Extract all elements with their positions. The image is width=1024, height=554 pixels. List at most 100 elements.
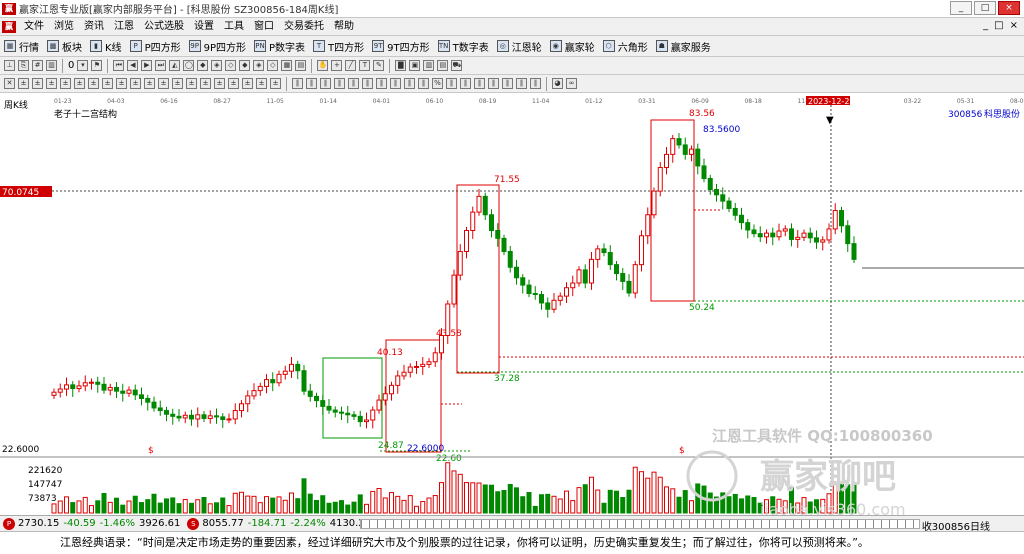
menu-help[interactable]: 帮助 [329, 18, 359, 36]
chart-area[interactable]: 01-23 04-03 06-16 08-27 11-05 01-14 04-01 06-10… [0, 93, 1024, 515]
tool-aa-icon[interactable]: ∥ [376, 78, 387, 89]
diamond3-tool-icon[interactable]: ◇ [225, 60, 237, 71]
nav-hexagon-button[interactable]: ⬡ 六角形 [602, 39, 648, 54]
text-tool-icon[interactable]: T [359, 60, 371, 71]
tool-s-icon[interactable]: ± [256, 78, 267, 89]
menu-gann[interactable]: 江恩 [109, 18, 139, 36]
crosshair-icon[interactable]: + [331, 60, 343, 71]
diamond-tool-icon[interactable]: ◆ [197, 60, 209, 71]
time-scrollbar[interactable] [360, 519, 920, 529]
nav-service-button[interactable]: ☗ 赢家服务 [655, 39, 711, 54]
tool-l-icon[interactable]: ± [158, 78, 169, 89]
prev-icon[interactable]: ◀ [127, 60, 139, 71]
shanghai-index[interactable]: 2730.15 [18, 518, 59, 529]
pencil-icon[interactable]: ✎ [373, 60, 385, 71]
maximize-button[interactable]: □ [974, 1, 996, 15]
infinity-icon[interactable]: ∞ [566, 78, 577, 89]
tool-c-icon[interactable]: ± [32, 78, 43, 89]
tool-h-icon[interactable]: ± [102, 78, 113, 89]
line-tool-icon[interactable]: ╱ [345, 60, 357, 71]
pin-icon[interactable]: ⊥ [4, 60, 15, 71]
color-wheel-icon[interactable]: ◕ [552, 78, 563, 89]
nav-9t-square-button[interactable]: 9T 9T四方形 [372, 39, 430, 54]
tool-p-icon[interactable]: ± [214, 78, 225, 89]
menu-window[interactable]: 窗口 [249, 18, 279, 36]
tool-af-icon[interactable]: ∥ [460, 78, 471, 89]
tool-u-icon[interactable]: ∥ [292, 78, 303, 89]
tool-w-icon[interactable]: ∥ [320, 78, 331, 89]
tool-r-icon[interactable]: ± [242, 78, 253, 89]
mdi-minimize-button[interactable]: _ [983, 20, 988, 31]
tool-b-icon[interactable]: ± [18, 78, 29, 89]
diamond4-tool-icon[interactable]: ◆ [239, 60, 251, 71]
hand-icon[interactable]: ✋ [317, 60, 329, 71]
grid-toggle-icon[interactable]: # [32, 60, 43, 71]
tool-j-icon[interactable]: ± [130, 78, 141, 89]
diamond5-tool-icon[interactable]: ◈ [253, 60, 265, 71]
dropdown-icon[interactable]: ▾ [77, 60, 89, 71]
nav-sector-button[interactable]: ▩ 板块 [47, 39, 82, 54]
grid2-tool-icon[interactable]: ▤ [295, 60, 307, 71]
next-icon[interactable]: ▶ [141, 60, 153, 71]
cross-icon[interactable]: ✕ [4, 78, 15, 89]
nav-p-table-button[interactable]: PN P数字表 [254, 39, 305, 54]
menu-tools[interactable]: 工具 [219, 18, 249, 36]
bar-chart-icon[interactable]: ▇ [395, 60, 407, 71]
tool-ad-icon[interactable]: ∥ [418, 78, 429, 89]
layers-icon[interactable]: ▤ [437, 60, 449, 71]
nav-t-square-button[interactable]: T T四方形 [313, 39, 364, 54]
nav-winner-wheel-button[interactable]: ◉ 赢家轮 [549, 39, 595, 54]
first-icon[interactable]: ⏮ [113, 60, 125, 71]
menu-formula[interactable]: 公式选股 [139, 18, 189, 36]
tool-ac-icon[interactable]: ∥ [404, 78, 415, 89]
tool-q-icon[interactable]: ± [228, 78, 239, 89]
tool-f-icon[interactable]: ± [74, 78, 85, 89]
last-icon[interactable]: ⏭ [155, 60, 167, 71]
car-icon[interactable]: ⛟ [451, 60, 463, 71]
grid-tool-icon[interactable]: ▦ [281, 60, 293, 71]
tool-e-icon[interactable]: ± [60, 78, 71, 89]
tool-aj-icon[interactable]: ∥ [516, 78, 527, 89]
flag-icon[interactable]: ⚑ [91, 60, 103, 71]
tool-ag-icon[interactable]: ∥ [474, 78, 485, 89]
tool-i-icon[interactable]: ± [116, 78, 127, 89]
zoom-value[interactable]: 0 [68, 60, 74, 71]
nav-t-table-button[interactable]: TN T数字表 [437, 39, 489, 54]
tool-ak-icon[interactable]: ∥ [530, 78, 541, 89]
nav-quotes-button[interactable]: ▦ 行情 [4, 39, 39, 54]
menu-trade[interactable]: 交易委托 [279, 18, 329, 36]
tool-ab-icon[interactable]: ∥ [390, 78, 401, 89]
diamond2-tool-icon[interactable]: ◈ [211, 60, 223, 71]
tool-ae-icon[interactable]: ∥ [446, 78, 457, 89]
tool-v-icon[interactable]: ∥ [306, 78, 317, 89]
nav-p-square-button[interactable]: P P四方形 [129, 39, 181, 54]
menu-settings[interactable]: 设置 [189, 18, 219, 36]
tool-d-icon[interactable]: ± [46, 78, 57, 89]
kline-chart[interactable]: 01-23 04-03 06-16 08-27 11-05 01-14 04-01 06-10… [0, 93, 1024, 515]
mdi-close-button[interactable]: × [1010, 20, 1018, 31]
tool-k-icon[interactable]: ± [144, 78, 155, 89]
tool-x-icon[interactable]: ∥ [334, 78, 345, 89]
circle-tool-icon[interactable]: ◯ [183, 60, 195, 71]
nav-kline-button[interactable]: ▮ K线 [90, 39, 122, 54]
book-icon[interactable]: ▥ [423, 60, 435, 71]
tool-ah-icon[interactable]: ∥ [488, 78, 499, 89]
mdi-restore-button[interactable]: □ [994, 20, 1003, 31]
tool-t-icon[interactable]: ± [270, 78, 281, 89]
tool-z-icon[interactable]: ∥ [362, 78, 373, 89]
close-button[interactable]: × [998, 1, 1020, 15]
percent-icon[interactable]: % [432, 78, 443, 89]
menu-file[interactable]: 文件 [19, 18, 49, 36]
fan-icon[interactable]: ◭ [169, 60, 181, 71]
save-icon[interactable]: ▣ [409, 60, 421, 71]
tool-y-icon[interactable]: ∥ [348, 78, 359, 89]
nav-9p-square-button[interactable]: 9P 9P四方形 [188, 39, 246, 54]
tool-m-icon[interactable]: ± [172, 78, 183, 89]
chart-type-icon[interactable]: ▥ [46, 60, 57, 71]
tool-ai-icon[interactable]: ∥ [502, 78, 513, 89]
tool-n-icon[interactable]: ± [186, 78, 197, 89]
shenzhen-index[interactable]: 8055.77 [202, 518, 243, 529]
copy-icon[interactable]: ⎘ [18, 60, 29, 71]
menu-info[interactable]: 资讯 [79, 18, 109, 36]
tool-g-icon[interactable]: ± [88, 78, 99, 89]
